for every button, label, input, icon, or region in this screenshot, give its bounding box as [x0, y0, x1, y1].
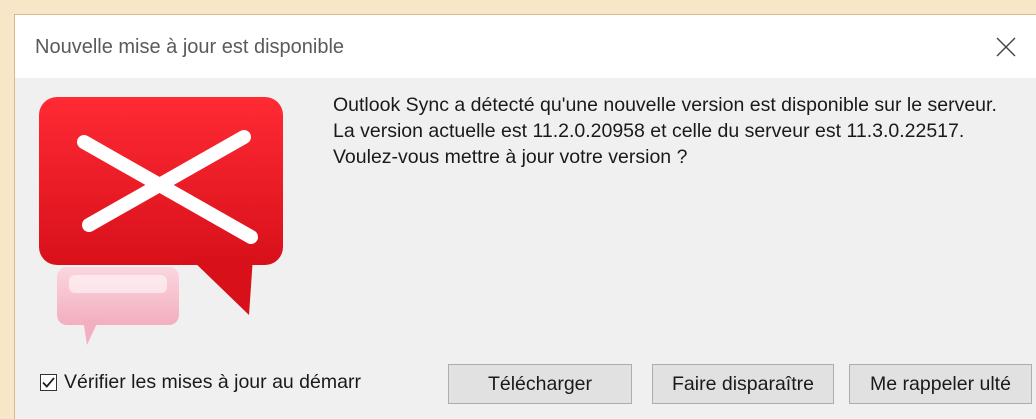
download-button[interactable]: Télécharger — [448, 364, 632, 404]
update-message: Outlook Sync a détecté qu'une nouvelle v… — [333, 94, 997, 168]
check-updates-at-startup-checkbox[interactable]: Vérifier les mises à jour au démarr — [40, 371, 361, 394]
close-button[interactable] — [976, 15, 1036, 78]
checkbox-box[interactable] — [40, 374, 57, 391]
checkbox-label: Vérifier les mises à jour au démarr — [64, 371, 361, 393]
update-dialog: Nouvelle mise à jour est disponible Outl… — [14, 14, 1036, 419]
remind-later-button[interactable]: Me rappeler ulté — [849, 364, 1032, 404]
title-bar: Nouvelle mise à jour est disponible — [15, 15, 1036, 78]
envelope-chat-icon — [39, 97, 299, 367]
pink-bubble-shape — [57, 267, 179, 345]
desktop-background: Nouvelle mise à jour est disponible Outl… — [0, 0, 1036, 419]
close-icon — [996, 37, 1016, 56]
dismiss-button[interactable]: Faire disparaître — [652, 364, 834, 404]
checkmark-icon — [42, 377, 55, 388]
window-title: Nouvelle mise à jour est disponible — [35, 36, 345, 58]
